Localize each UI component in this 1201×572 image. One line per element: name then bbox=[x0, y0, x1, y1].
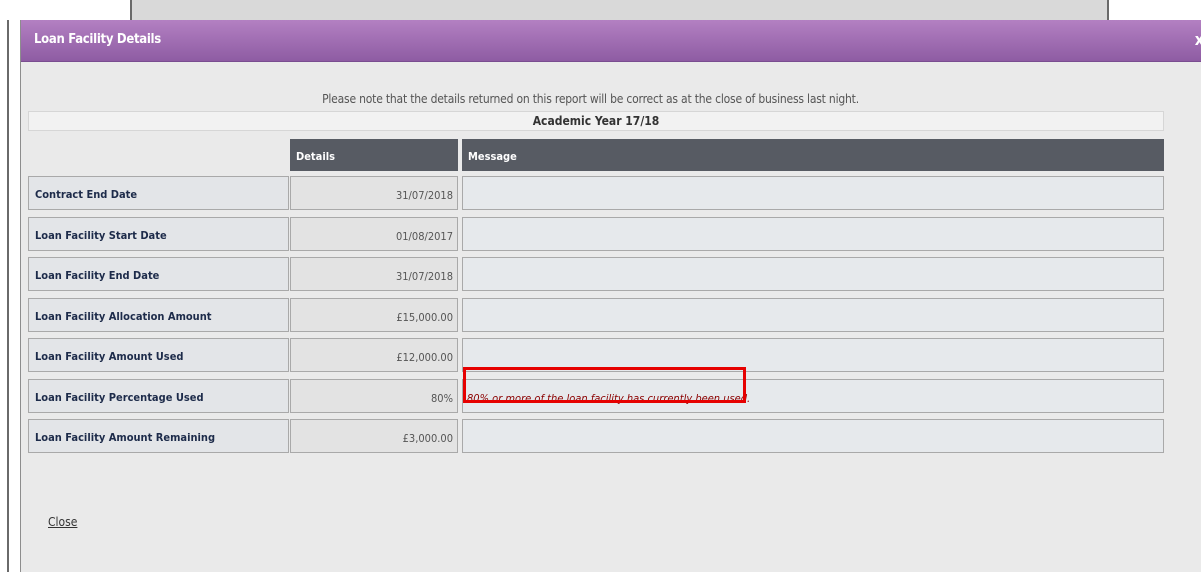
row-value: £15,000.00 bbox=[290, 298, 458, 332]
row-value: 01/08/2017 bbox=[290, 217, 458, 251]
row-value: £3,000.00 bbox=[290, 419, 458, 453]
warning-highlight-box bbox=[463, 367, 746, 403]
row-value: 80% bbox=[290, 379, 458, 413]
close-icon[interactable]: x bbox=[1195, 30, 1201, 49]
report-note: Please note that the details returned on… bbox=[322, 92, 859, 106]
column-header-details: Details bbox=[290, 139, 458, 171]
row-message bbox=[462, 176, 1164, 210]
column-header-message: Message bbox=[462, 139, 1164, 171]
row-label: Loan Facility Amount Used bbox=[28, 338, 289, 372]
close-link[interactable]: Close bbox=[48, 515, 77, 529]
row-message bbox=[462, 217, 1164, 251]
row-label: Loan Facility End Date bbox=[28, 257, 289, 291]
row-value: £12,000.00 bbox=[290, 338, 458, 372]
row-value: 31/07/2018 bbox=[290, 257, 458, 291]
dialog-title: Loan Facility Details bbox=[34, 32, 161, 47]
row-label: Loan Facility Allocation Amount bbox=[28, 298, 289, 332]
background-strip bbox=[130, 0, 1109, 22]
dialog-titlebar: Loan Facility Details x bbox=[21, 20, 1201, 62]
row-label: Loan Facility Amount Remaining bbox=[28, 419, 289, 453]
row-label: Contract End Date bbox=[28, 176, 289, 210]
academic-year-heading: Academic Year 17/18 bbox=[28, 111, 1164, 131]
row-label: Loan Facility Start Date bbox=[28, 217, 289, 251]
row-message bbox=[462, 419, 1164, 453]
row-value: 31/07/2018 bbox=[290, 176, 458, 210]
background-window bbox=[0, 0, 1201, 22]
row-message bbox=[462, 257, 1164, 291]
row-message bbox=[462, 298, 1164, 332]
row-label: Loan Facility Percentage Used bbox=[28, 379, 289, 413]
